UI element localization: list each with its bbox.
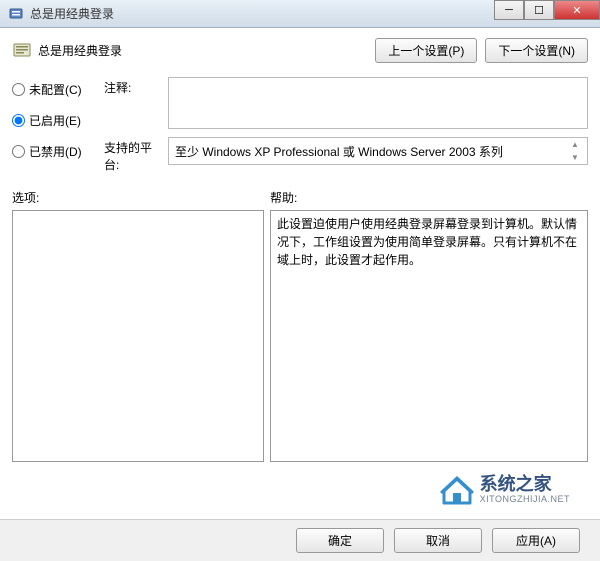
- options-label: 选项:: [12, 189, 270, 206]
- platform-label: 支持的平台:: [104, 137, 160, 173]
- prev-setting-button[interactable]: 上一个设置(P): [375, 38, 477, 63]
- header-row: 总是用经典登录 上一个设置(P) 下一个设置(N): [12, 38, 588, 63]
- watermark-url: XITONGZHIJIA.NET: [480, 495, 570, 505]
- radio-disabled[interactable]: 已禁用(D): [12, 143, 90, 160]
- next-setting-button[interactable]: 下一个设置(N): [485, 38, 588, 63]
- app-icon: [8, 6, 24, 22]
- platform-value: 至少 Windows XP Professional 或 Windows Ser…: [175, 143, 503, 160]
- scroll-indicator-icon: ▲▼: [571, 140, 585, 162]
- comment-label: 注释:: [104, 77, 160, 129]
- dialog-content: 总是用经典登录 上一个设置(P) 下一个设置(N) 未配置(C) 已启用(E): [0, 28, 600, 519]
- dialog-footer: 确定 取消 应用(A): [0, 519, 600, 561]
- ok-button[interactable]: 确定: [296, 528, 384, 553]
- window-title: 总是用经典登录: [30, 5, 114, 22]
- policy-icon: [12, 41, 32, 61]
- help-pane: 此设置迫使用户使用经典登录屏幕登录到计算机。默认情况下，工作组设置为使用简单登录…: [270, 210, 588, 462]
- options-pane: [12, 210, 264, 462]
- maximize-button[interactable]: ☐: [524, 0, 554, 20]
- close-button[interactable]: ✕: [554, 0, 600, 20]
- house-icon: [440, 475, 474, 505]
- radio-not-configured[interactable]: 未配置(C): [12, 81, 90, 98]
- supported-platform-box: 至少 Windows XP Professional 或 Windows Ser…: [168, 137, 588, 165]
- config-row: 未配置(C) 已启用(E) 已禁用(D) 注释: 支持的平台:: [12, 77, 588, 173]
- help-text: 此设置迫使用户使用经典登录屏幕登录到计算机。默认情况下，工作组设置为使用简单登录…: [277, 217, 577, 267]
- radio-enabled-input[interactable]: [12, 114, 25, 127]
- radio-disabled-input[interactable]: [12, 145, 25, 158]
- radio-not-configured-input[interactable]: [12, 83, 25, 96]
- minimize-button[interactable]: ─: [494, 0, 524, 20]
- apply-button[interactable]: 应用(A): [492, 528, 580, 553]
- comment-input[interactable]: [168, 77, 588, 129]
- radio-enabled[interactable]: 已启用(E): [12, 112, 90, 129]
- radio-disabled-label: 已禁用(D): [29, 143, 82, 160]
- radio-enabled-label: 已启用(E): [29, 112, 81, 129]
- policy-title: 总是用经典登录: [38, 42, 122, 59]
- cancel-button[interactable]: 取消: [394, 528, 482, 553]
- titlebar[interactable]: 总是用经典登录 ─ ☐ ✕: [0, 0, 600, 28]
- policy-dialog: 总是用经典登录 ─ ☐ ✕ 总是用经典登录 上一个设置(P): [0, 0, 600, 561]
- radio-not-configured-label: 未配置(C): [29, 81, 82, 98]
- state-radio-group: 未配置(C) 已启用(E) 已禁用(D): [12, 77, 90, 173]
- help-label: 帮助:: [270, 189, 297, 206]
- watermark-name: 系统之家: [480, 475, 570, 495]
- watermark: 系统之家 XITONGZHIJIA.NET: [440, 475, 570, 505]
- window-controls: ─ ☐ ✕: [494, 0, 600, 20]
